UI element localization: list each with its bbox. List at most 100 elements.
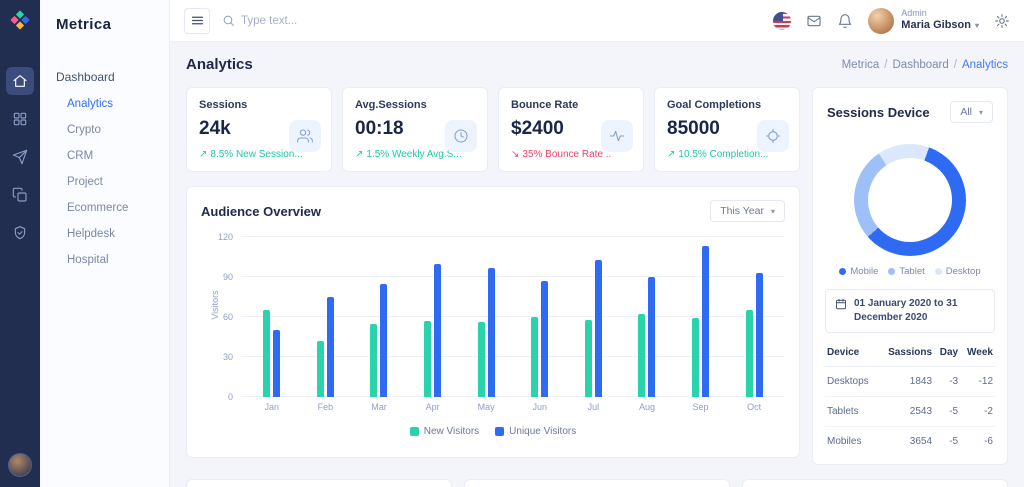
sidebar-item-analytics[interactable]: Analytics: [40, 91, 169, 117]
bar-pair: [477, 237, 495, 397]
legend-item: New Visitors: [409, 426, 479, 437]
y-axis-tick: 30: [222, 352, 233, 362]
chart-bar: [477, 322, 485, 397]
stat-title: Bounce Rate: [511, 99, 579, 111]
chart-bar: [692, 318, 700, 397]
x-axis-label: Feb: [317, 402, 334, 412]
y-axis-title: Visitors: [210, 290, 220, 320]
device-filter-select[interactable]: All ▾: [950, 101, 993, 123]
user-avatar: [868, 7, 895, 34]
menu-toggle-button[interactable]: [184, 7, 210, 34]
dashboard-row-bottom: Live Visits Our New Site Today ▾ Pages V…: [186, 479, 1008, 487]
date-range-picker[interactable]: 01 January 2020 to 31 December 2020: [825, 289, 995, 333]
apps-icon: [13, 112, 27, 126]
dashboard-row-top: Sessions 24k ↗ 8.5% New Session... Avg.Se…: [186, 87, 1008, 465]
card-header: Live Visits Our New Site Today ▾: [187, 480, 451, 487]
breadcrumb-item-dashboard[interactable]: Dashboard: [893, 59, 949, 71]
table-cell: -3: [934, 366, 961, 397]
legend-dot: [934, 268, 942, 275]
mail-icon: [807, 15, 821, 26]
device-legend-item: Desktop: [934, 266, 981, 277]
breadcrumb-item-analytics: Analytics: [961, 58, 1008, 71]
app-logo[interactable]: [9, 9, 31, 31]
search-input[interactable]: [241, 14, 381, 27]
sidebar-item-dashboard[interactable]: Dashboard: [40, 63, 169, 91]
bar-pair: [316, 237, 334, 397]
audience-filter-select[interactable]: This Year ▾: [710, 200, 785, 222]
legend-swatch: [409, 427, 419, 436]
table-cell: -12: [960, 366, 995, 397]
rail-shield-button[interactable]: [6, 219, 34, 247]
user-texts: Admin Maria Gibson ▾: [901, 8, 979, 33]
sidebar-item-hospital[interactable]: Hospital: [40, 247, 169, 273]
shield-icon: [14, 226, 26, 240]
bar-pair: [745, 237, 763, 397]
bar-group: Mar: [365, 237, 393, 417]
settings-button[interactable]: [994, 13, 1010, 29]
stat-title: Sessions: [199, 99, 248, 111]
hamburger-icon: [191, 16, 203, 25]
legend-dot: [888, 268, 896, 275]
icon-rail: [0, 0, 40, 487]
x-axis-label: Mar: [371, 402, 387, 412]
search-icon: [223, 15, 234, 26]
bar-group: Jan: [258, 237, 286, 417]
stat-delta-text: 35% Bounce Rate ..: [522, 149, 612, 160]
breadcrumb-item-metrica[interactable]: Metrica: [842, 59, 880, 71]
sidebar-item-crypto[interactable]: Crypto: [40, 117, 169, 143]
send-icon: [12, 149, 28, 165]
rail-copy-button[interactable]: [6, 181, 34, 209]
sidebar-item-crm[interactable]: CRM: [40, 143, 169, 169]
table-cell: -6: [984, 436, 993, 447]
chart-bar: [434, 263, 442, 397]
sidebar-menu: Dashboard Analytics Crypto CRM Project E…: [40, 63, 169, 273]
bar-group: Jul: [579, 237, 607, 417]
chart-bar: [594, 259, 602, 397]
trend-icon: ↗: [667, 149, 676, 160]
rail-apps-button[interactable]: [6, 105, 34, 133]
home-icon: [13, 75, 27, 87]
chart-bar: [648, 277, 656, 397]
rail-send-button[interactable]: [6, 143, 34, 171]
chart-legend: New Visitors Unique Visitors: [201, 417, 785, 446]
user-menu[interactable]: Admin Maria Gibson ▾: [868, 7, 979, 34]
device-table-row: Mobiles 3654 -5 -6: [825, 427, 995, 457]
stat-icon-box: [289, 120, 321, 152]
stat-delta-text: 10.5% Completion...: [678, 149, 769, 160]
bar-pair: [531, 237, 549, 397]
table-cell: Desktops: [825, 366, 879, 397]
breadcrumb: Metrica / Dashboard / Analytics: [842, 59, 1008, 71]
topbar-actions: Admin Maria Gibson ▾: [773, 7, 1010, 34]
device-table: Device Sassions Day Week Desktops 1843 -3-…: [825, 339, 995, 456]
sidebar-item-helpdesk[interactable]: Helpdesk: [40, 221, 169, 247]
mail-button[interactable]: [806, 13, 822, 29]
clock-icon: [454, 129, 468, 143]
chart-plot-area: Visitors Jan Feb Mar Apr May Jun Jul Aug Sep Oct …: [210, 232, 785, 417]
bar-group: Sep: [687, 237, 715, 417]
device-table-row: Desktops 1843 -3 -12: [825, 366, 995, 397]
chevron-down-icon: ▾: [978, 107, 983, 117]
chart-bar: [263, 310, 271, 397]
chart-bar: [541, 281, 549, 397]
sidebar-item-project[interactable]: Project: [40, 169, 169, 195]
card-title: Audience Overview: [201, 203, 321, 219]
y-axis-tick: 0: [227, 392, 233, 402]
chevron-down-icon: ▾: [974, 21, 979, 31]
column-header-sassions: Sassions: [878, 339, 935, 367]
legend-label: Unique Visitors: [509, 426, 577, 437]
column-header-week: Week: [960, 339, 995, 367]
chart-bar: [273, 330, 281, 397]
rail-home-button[interactable]: [6, 67, 34, 95]
us-flag-icon[interactable]: [773, 11, 792, 30]
rail-user-avatar[interactable]: [8, 453, 32, 477]
activity-icon: [609, 130, 625, 142]
chart-bar: [745, 310, 753, 397]
table-cell: -2: [960, 396, 995, 427]
stat-delta-text: 8.5% New Session...: [210, 149, 303, 160]
sidebar-item-ecommerce[interactable]: Ecommerce: [40, 195, 169, 221]
notifications-button[interactable]: [837, 13, 853, 29]
users-icon: [297, 129, 313, 143]
bar-group: Apr: [419, 237, 447, 417]
x-axis-label: Apr: [425, 402, 440, 412]
card-header: Sessions Device All ▾: [813, 88, 1007, 136]
